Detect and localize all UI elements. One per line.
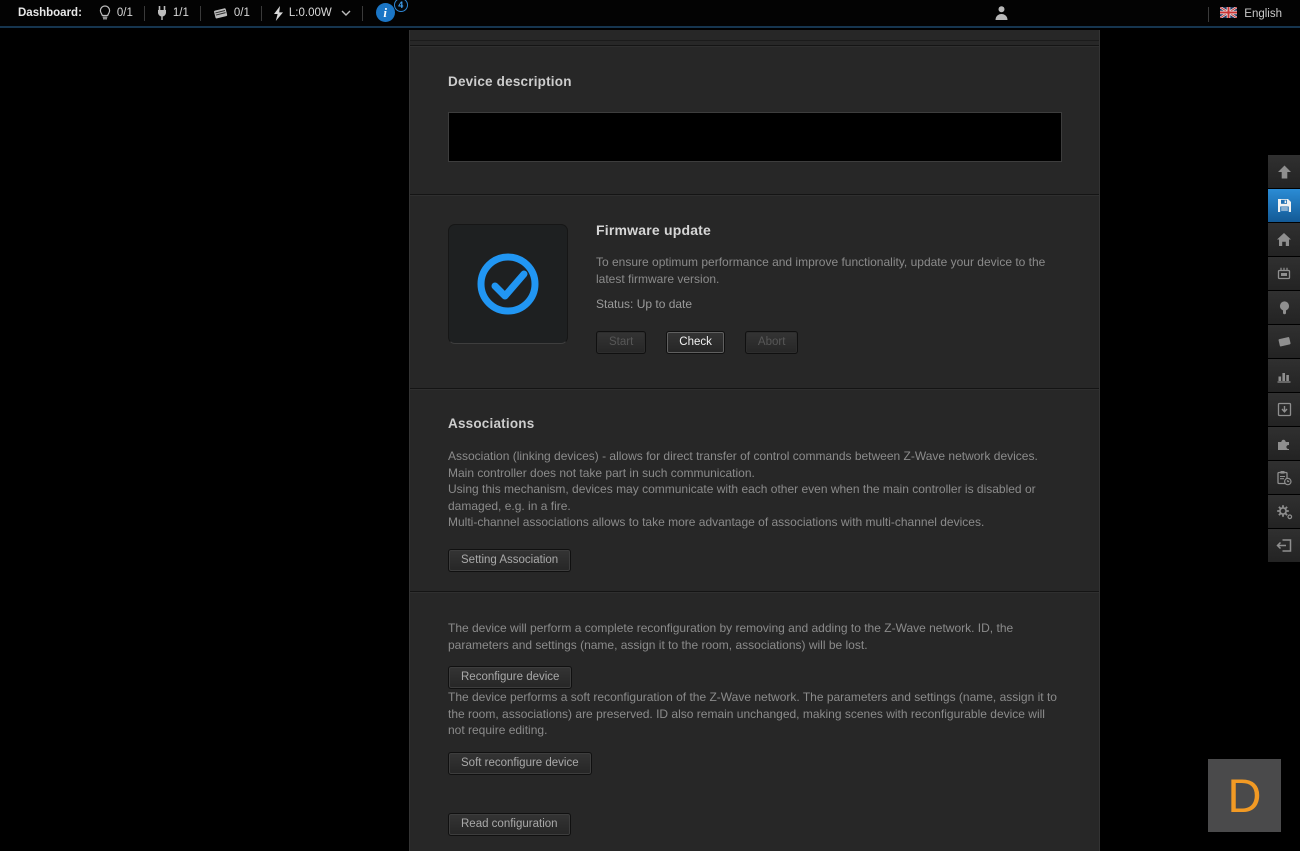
associations-title: Associations: [448, 389, 1061, 431]
divider: [261, 6, 262, 21]
read-configuration-button[interactable]: Read configuration: [448, 813, 571, 836]
start-button[interactable]: Start: [596, 331, 646, 354]
firmware-status-card: [448, 224, 568, 344]
bar-chart-icon: [1276, 368, 1292, 383]
energy-icon: [273, 6, 284, 21]
associations-section: Associations Association (linking device…: [410, 389, 1099, 591]
bulb-icon: [98, 5, 112, 21]
reconfigure-description: The device will perform a complete recon…: [448, 620, 1062, 653]
reconfigure-section: The device will perform a complete recon…: [410, 592, 1099, 836]
home-icon: [1276, 232, 1292, 247]
plugs-stat[interactable]: 1/1: [156, 5, 189, 21]
blinds-stat[interactable]: 0/1: [212, 6, 250, 20]
arrow-up-icon: [1277, 165, 1292, 179]
chevron-down-icon: [341, 10, 351, 16]
previous-section-stub: [410, 30, 1099, 41]
firmware-update-section: Firmware update To ensure optimum perfor…: [410, 195, 1099, 388]
save-icon: [1277, 198, 1292, 213]
divider: [362, 6, 363, 21]
bulb-filled-icon: [1278, 300, 1291, 316]
device-description-section: Device description: [410, 46, 1099, 194]
device-settings-panel: Device description Firmware update To en…: [409, 30, 1100, 851]
gear-icon: [1276, 504, 1293, 520]
plug-icon: [156, 5, 168, 21]
check-button[interactable]: Check: [666, 331, 725, 354]
logout-icon: [1276, 538, 1292, 553]
soft-reconfigure-description: The device performs a soft reconfigurati…: [448, 689, 1062, 739]
scroll-top-button[interactable]: [1268, 155, 1300, 188]
associations-description: Association (linking devices) - allows f…: [448, 448, 1062, 531]
divider: [200, 6, 201, 21]
reconfigure-device-button[interactable]: Reconfigure device: [448, 666, 572, 689]
blinds-count: 0/1: [234, 7, 250, 19]
save-button[interactable]: [1268, 189, 1300, 222]
soft-reconfigure-device-button[interactable]: Soft reconfigure device: [448, 752, 592, 775]
device-module-icon: [1276, 266, 1292, 281]
dashboard-label[interactable]: Dashboard:: [18, 7, 82, 19]
plugins-button[interactable]: [1268, 427, 1300, 460]
firmware-description: To ensure optimum performance and improv…: [596, 254, 1061, 287]
home-button[interactable]: [1268, 223, 1300, 256]
notification-badge: 4: [394, 0, 408, 12]
firmware-status: Status: Up to date: [596, 297, 1061, 311]
rooms-button[interactable]: [1268, 325, 1300, 358]
energy-value: L:0.00W: [289, 7, 332, 19]
scenes-button[interactable]: [1268, 291, 1300, 324]
firmware-title: Firmware update: [596, 222, 1061, 238]
configuration-button[interactable]: [1268, 495, 1300, 528]
demo-logo[interactable]: D: [1208, 759, 1281, 832]
check-circle-icon: [472, 248, 544, 320]
lights-count: 0/1: [117, 7, 133, 19]
panels-button[interactable]: [1268, 461, 1300, 494]
puzzle-icon: [1276, 436, 1292, 451]
plugs-count: 1/1: [173, 7, 189, 19]
room-card-icon: [1276, 334, 1293, 349]
setting-association-button[interactable]: Setting Association: [448, 549, 571, 572]
uk-flag-icon: [1220, 7, 1237, 21]
divider: [1208, 7, 1209, 22]
abort-button[interactable]: Abort: [745, 331, 799, 354]
lights-stat[interactable]: 0/1: [98, 5, 133, 21]
logout-button[interactable]: [1268, 529, 1300, 562]
user-icon: [994, 5, 1009, 21]
topbar: Dashboard: 0/1 1/1 0/1 L:0.00W: [0, 0, 1300, 28]
notifications-button[interactable]: 4: [376, 3, 396, 23]
backup-button[interactable]: [1268, 393, 1300, 426]
user-menu[interactable]: [994, 5, 1009, 24]
panel-clock-icon: [1276, 470, 1292, 486]
device-description-input[interactable]: [448, 112, 1062, 162]
energy-dropdown[interactable]: L:0.00W: [273, 6, 351, 21]
consumption-button[interactable]: [1268, 359, 1300, 392]
devices-button[interactable]: [1268, 257, 1300, 290]
right-toolbar: [1268, 155, 1300, 563]
device-description-title: Device description: [448, 46, 1061, 89]
language-selector[interactable]: English: [1244, 8, 1282, 20]
demo-logo-letter: D: [1228, 768, 1262, 823]
info-icon: [376, 3, 395, 22]
blind-icon: [212, 6, 229, 20]
divider: [144, 6, 145, 21]
backup-box-icon: [1277, 402, 1292, 417]
